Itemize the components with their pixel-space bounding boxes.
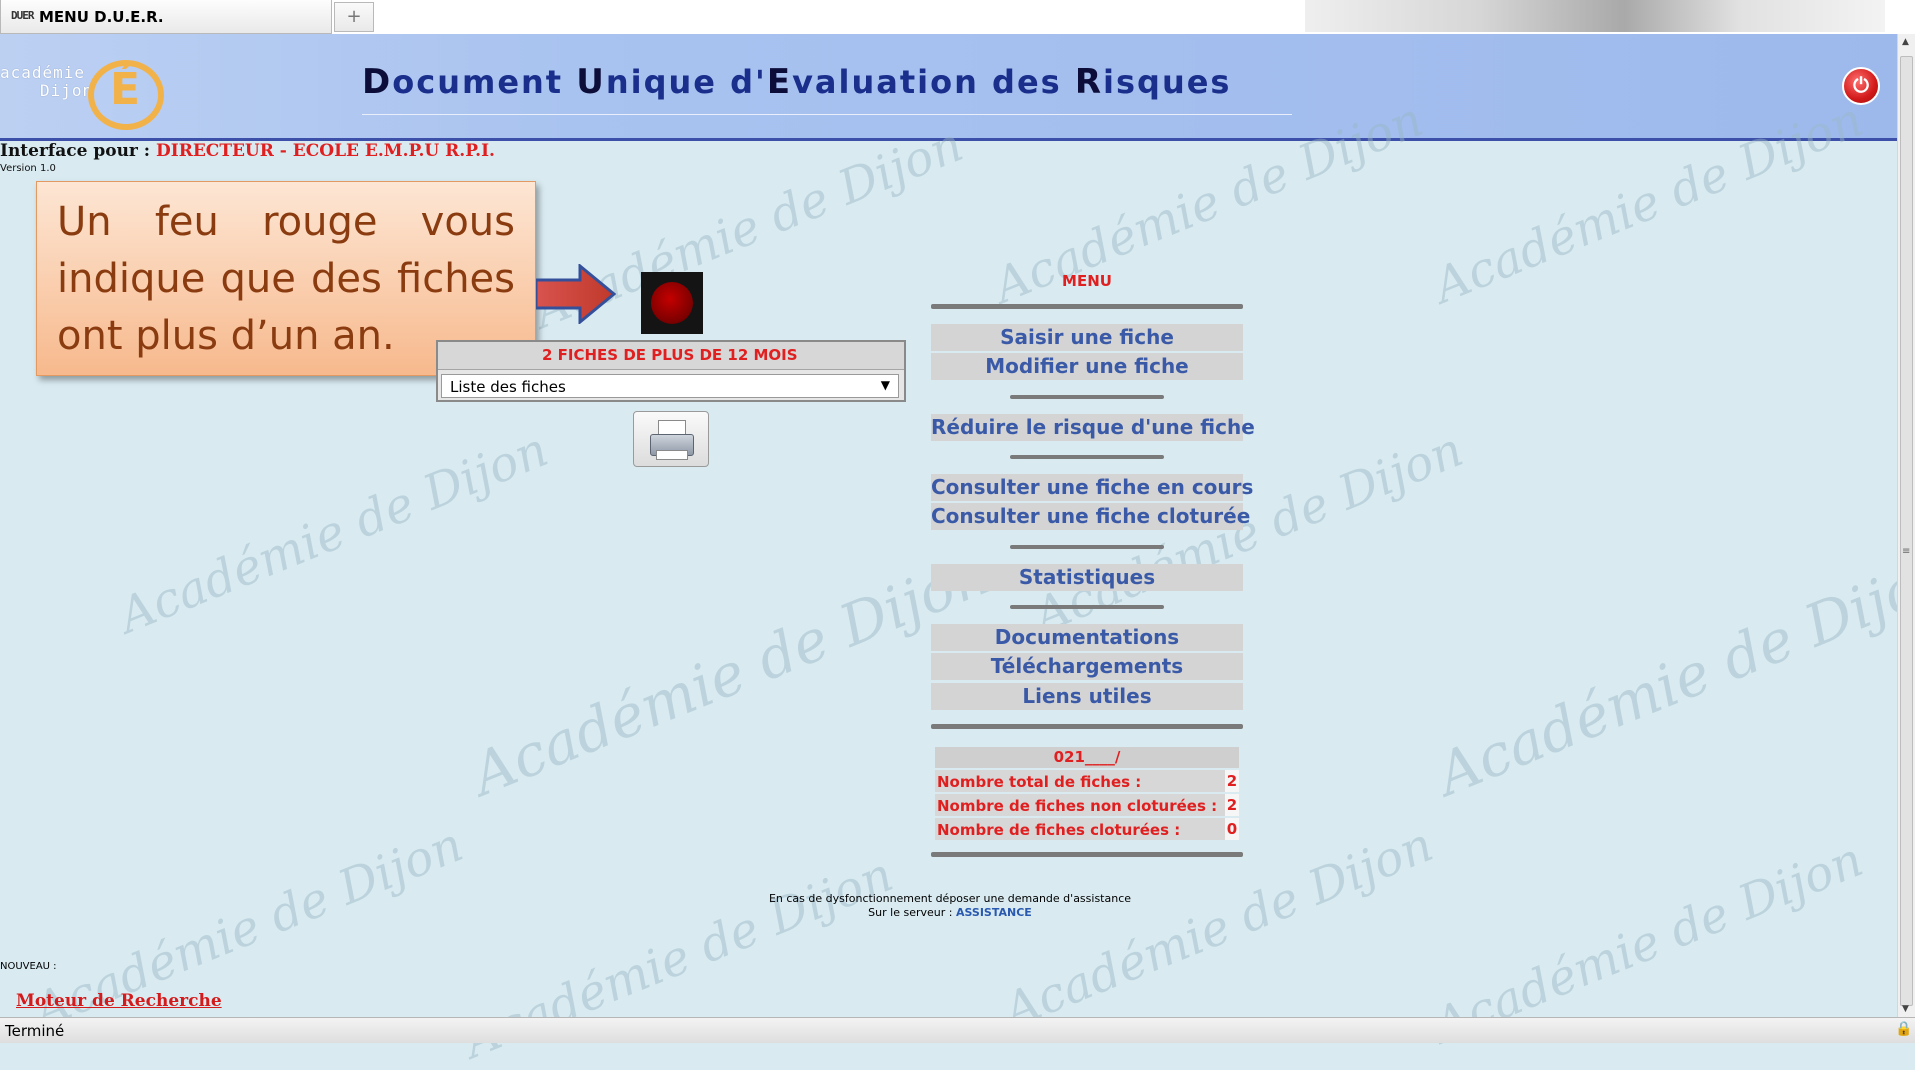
menu-divider [1010, 395, 1164, 399]
watermark: Académie de Dijon [1427, 539, 1915, 809]
menu-item-liens-utiles[interactable]: Liens utiles [931, 683, 1243, 710]
scroll-thumb[interactable] [1900, 56, 1913, 1006]
version-label: Version 1.0 [0, 163, 56, 174]
scroll-up-icon[interactable]: ▲ [1902, 37, 1909, 47]
scroll-grip-icon: ≡ [1902, 546, 1911, 557]
title-cap-u: U [576, 62, 606, 102]
stats-label: Nombre de fiches cloturées : [937, 821, 1181, 839]
callout-arrow-icon [536, 264, 616, 324]
red-bulb [651, 282, 693, 324]
title-part-2: nique d' [605, 63, 767, 101]
scroll-down-icon[interactable]: ▼ [1902, 1004, 1909, 1014]
moteur-recherche-link[interactable]: Moteur de Recherche [16, 991, 222, 1011]
menu-divider [1010, 545, 1164, 549]
nouveau-label: NOUVEAU : [0, 961, 57, 972]
menu-divider [931, 852, 1243, 857]
assistance-link[interactable]: ASSISTANCE [956, 906, 1032, 919]
stats-box: 021____/ Nombre total de fiches : 2 Nomb… [935, 747, 1239, 840]
status-text: Terminé [5, 1022, 65, 1040]
power-icon[interactable]: ⏻ [1842, 67, 1880, 105]
logo-letter: É [110, 64, 141, 115]
vertical-scrollbar[interactable]: ▲ ≡ ▼ [1897, 34, 1915, 1017]
assistance-text: En cas de dysfonctionnement déposer une … [768, 892, 1132, 905]
logo-text-academie: académie [0, 63, 86, 82]
printer-button[interactable] [633, 411, 709, 467]
menu-item-modifier[interactable]: Modifier une fiche [931, 353, 1243, 380]
title-part-3: valuation des [792, 63, 1075, 101]
new-tab-button[interactable]: + [334, 2, 374, 32]
fiches-alert-bar: 2 FICHES DE PLUS DE 12 MOIS [438, 342, 904, 370]
interface-value: DIRECTEUR - ECOLE E.M.P.U R.P.I. [156, 141, 495, 161]
logo-text-dijon: Dijon [40, 81, 94, 100]
assistance-footer: En cas de dysfonctionnement déposer une … [700, 892, 1200, 920]
menu-title: MENU [1062, 272, 1112, 290]
stats-label: Nombre de fiches non cloturées : [937, 797, 1218, 815]
app-title: Document Unique d'Evaluation des Risques [362, 62, 1231, 102]
menu-divider [931, 304, 1243, 309]
red-light-icon [641, 272, 703, 334]
stats-row: Nombre de fiches cloturées : 0 [935, 818, 1239, 840]
title-part-1: ocument [392, 63, 577, 101]
watermark: Académie de Dijon [996, 816, 1441, 1040]
stats-row: Nombre total de fiches : 2 [935, 770, 1239, 792]
title-cap-r: R [1074, 62, 1104, 102]
menu-item-consulter-cloturee[interactable]: Consulter une fiche cloturée [931, 503, 1250, 530]
tab-title: MENU D.U.E.R. [39, 8, 164, 26]
fiches-select[interactable]: Liste des fiches ▼ [441, 374, 899, 398]
establishment-code: 021____/ [935, 747, 1239, 768]
printer-output-tray [656, 450, 688, 460]
duer-favicon-icon: DUER [11, 9, 34, 22]
interface-line: Interface pour : DIRECTEUR - ECOLE E.M.P… [0, 141, 495, 161]
fiches-panel: 2 FICHES DE PLUS DE 12 MOIS Liste des fi… [436, 340, 906, 402]
watermark: Académie de Dijon [462, 539, 1000, 809]
stats-value: 2 [1225, 794, 1239, 816]
title-part-4: isques [1103, 63, 1232, 101]
menu-item-documentations[interactable]: Documentations [931, 624, 1243, 651]
fiches-select-value: Liste des fiches [450, 378, 566, 396]
browser-tab-strip: DUER MENU D.U.E.R. + [0, 0, 1915, 35]
app-header: académie Dijon É Document Unique d'Evalu… [0, 34, 1897, 141]
menu-item-telechargements[interactable]: Téléchargements [931, 653, 1243, 680]
menu-item-consulter-en-cours[interactable]: Consulter une fiche en cours [931, 474, 1253, 501]
browser-tab[interactable]: DUER MENU D.U.E.R. [0, 0, 332, 34]
title-underline [362, 114, 1292, 115]
menu-divider [1010, 605, 1164, 609]
menu-item-saisir[interactable]: Saisir une fiche [931, 324, 1243, 351]
watermark: Académie de Dijon [111, 421, 556, 645]
stats-value: 2 [1225, 770, 1239, 792]
browser-theme-image [1305, 0, 1885, 32]
menu-item-reduire[interactable]: Réduire le risque d'une fiche [931, 414, 1255, 441]
title-cap-e: E [766, 62, 793, 102]
interface-label: Interface pour : [0, 141, 151, 161]
assistance-prefix: Sur le serveur : [868, 906, 953, 919]
stats-value: 0 [1225, 818, 1239, 840]
status-bar: Terminé 🔒 [0, 1017, 1915, 1043]
menu-divider [931, 724, 1243, 729]
stats-label: Nombre total de fiches : [937, 773, 1142, 791]
title-cap-d: D [362, 62, 393, 102]
chevron-down-icon: ▼ [880, 378, 890, 392]
lock-icon: 🔒 [1895, 1021, 1913, 1037]
fiches-alert-text: 2 FICHES DE PLUS DE 12 MOIS [542, 346, 798, 364]
menu-item-statistiques[interactable]: Statistiques [931, 564, 1243, 591]
academie-logo: académie Dijon É [0, 40, 180, 136]
stats-row: Nombre de fiches non cloturées : 2 [935, 794, 1239, 816]
menu-divider [1010, 455, 1164, 459]
